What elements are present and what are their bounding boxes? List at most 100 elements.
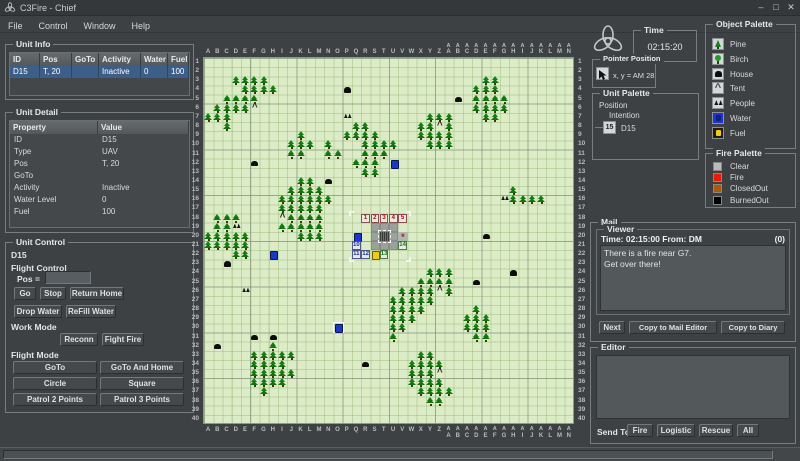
mail-line: There is a fire near G7. xyxy=(604,248,782,259)
uav-unit[interactable] xyxy=(380,232,389,241)
goto-and-home-button[interactable]: GoTo And Home xyxy=(100,361,184,374)
menu-help[interactable]: Help xyxy=(124,18,159,31)
pos-input[interactable] xyxy=(45,271,91,284)
refill-water-button[interactable]: ReFill Water xyxy=(66,305,116,318)
map-row-label: 29 xyxy=(186,314,199,321)
maximize-button[interactable]: □ xyxy=(769,2,783,12)
selection-bracket xyxy=(406,257,411,262)
unit-12[interactable]: 12 xyxy=(361,250,370,259)
object-palette-item-people[interactable]: ♟♟People xyxy=(706,97,795,111)
pine-tree xyxy=(223,122,232,131)
copy-to-mail-editor-button[interactable]: Copy to Mail Editor xyxy=(629,321,717,334)
goto-button[interactable]: GoTo xyxy=(13,361,97,374)
unit-13[interactable]: 13 xyxy=(380,250,389,259)
menu-control[interactable]: Control xyxy=(31,18,76,31)
pine-tree xyxy=(426,351,435,360)
tent: ^ xyxy=(250,104,259,113)
fuel-truck[interactable] xyxy=(371,250,380,259)
pine-tree xyxy=(417,351,426,360)
pine-tree xyxy=(213,104,222,113)
pine-tree xyxy=(324,195,333,204)
object-palette-item-birch[interactable]: Birch xyxy=(706,53,795,67)
menu-window[interactable]: Window xyxy=(76,18,124,31)
pine-tree xyxy=(250,360,259,369)
object-palette-item-tent[interactable]: ^Tent xyxy=(706,82,795,96)
pine-tree xyxy=(389,140,398,149)
return-home-button[interactable]: Return Home xyxy=(70,287,124,300)
minimize-button[interactable]: – xyxy=(754,2,768,12)
send-fire-button[interactable]: Fire xyxy=(627,424,653,437)
pine-tree xyxy=(445,278,454,287)
mail-header-text: Time: 02:15:00 From: DM xyxy=(601,234,702,244)
close-button[interactable]: ✕ xyxy=(784,2,798,13)
unit-4[interactable]: 4 xyxy=(389,214,398,223)
pine-tree xyxy=(223,232,232,241)
send-rescue-button[interactable]: Rescue xyxy=(699,424,733,437)
unit-3[interactable]: 3 xyxy=(380,214,389,223)
unit-info-col: Activity xyxy=(99,53,141,66)
pine-tree xyxy=(398,305,407,314)
map-row-label: 10 xyxy=(578,140,591,147)
map-row-label: 16 xyxy=(186,195,199,202)
next-mail-button[interactable]: Next xyxy=(599,321,625,334)
unit-palette-group: Unit Palette Position Intention 15 D15 xyxy=(592,93,699,160)
pine-tree xyxy=(260,378,269,387)
status-bar xyxy=(0,447,800,461)
pine-tree xyxy=(241,85,250,94)
mail-viewer-group: Viewer Time: 02:15:00 From: DM (0) There… xyxy=(596,229,790,315)
pine-tree xyxy=(223,95,232,104)
unit-2[interactable]: 2 xyxy=(371,214,380,223)
pine-tree xyxy=(297,140,306,149)
object-palette-group: Object Palette PineBirchHouse^Tent♟♟Peop… xyxy=(705,24,796,149)
stop-button[interactable]: Stop xyxy=(40,287,66,300)
copy-to-diary-button[interactable]: Copy to Diary xyxy=(721,321,785,334)
pine-tree xyxy=(482,323,491,332)
map-grid[interactable]: ^^^^^♟♟♟♟♟♟♟♟*123451014111213 xyxy=(203,57,574,424)
water-truck[interactable] xyxy=(334,323,343,332)
pine-tree xyxy=(297,214,306,223)
unit-info-cell: D15 xyxy=(10,66,40,78)
recon-button[interactable]: Reconn xyxy=(60,333,98,346)
tent-icon: ^ xyxy=(712,82,724,94)
pine-tree xyxy=(269,85,278,94)
pine-tree xyxy=(426,113,435,122)
map-row-label: 20 xyxy=(186,232,199,239)
menu-file[interactable]: File xyxy=(0,18,31,31)
pine-tree xyxy=(343,131,352,140)
object-palette-item-house[interactable]: House xyxy=(706,68,795,82)
fight-fire-button[interactable]: Fight Fire xyxy=(102,333,144,346)
patrol-3-points-button[interactable]: Patrol 3 Points xyxy=(100,393,184,406)
object-palette-item-water[interactable]: Water xyxy=(706,112,795,126)
send-logistic-button[interactable]: Logistic xyxy=(657,424,695,437)
water-truck[interactable] xyxy=(352,232,361,241)
unit-1[interactable]: 1 xyxy=(361,214,370,223)
drop-water-button[interactable]: Drop Water xyxy=(14,305,62,318)
unit-14[interactable]: 14 xyxy=(398,241,407,250)
mail-body[interactable]: There is a fire near G7. Get over there! xyxy=(600,245,786,311)
unit-info-row[interactable]: D15T, 20Inactive0100 xyxy=(10,66,189,78)
go-button[interactable]: Go xyxy=(14,287,36,300)
water-truck[interactable] xyxy=(269,250,278,259)
object-palette-item-pine[interactable]: Pine xyxy=(706,38,795,52)
water-truck[interactable] xyxy=(389,159,398,168)
send-all-button[interactable]: All xyxy=(737,424,759,437)
unit-info-header: IDPosGoToActivityWaterFuel xyxy=(10,53,189,66)
map-row-label: 13 xyxy=(578,168,591,175)
tent: ^ xyxy=(435,122,444,131)
square-button[interactable]: Square xyxy=(100,377,184,390)
map-row-label: 2 xyxy=(578,67,591,74)
pine-tree xyxy=(445,268,454,277)
pine-tree xyxy=(223,113,232,122)
unit-10[interactable]: 10 xyxy=(352,241,361,250)
patrol-2-points-button[interactable]: Patrol 2 Points xyxy=(13,393,97,406)
pine-tree xyxy=(241,250,250,259)
circle-button[interactable]: Circle xyxy=(13,377,97,390)
editor-body[interactable] xyxy=(596,355,790,419)
map-row-label: 30 xyxy=(186,323,199,330)
pine-tree xyxy=(426,360,435,369)
map-row-label: 9 xyxy=(186,131,199,138)
fire-palette-item-burnedout[interactable]: BurnedOut xyxy=(706,196,795,210)
uav-unit-icon[interactable]: 15 xyxy=(603,121,616,134)
pine-tree xyxy=(482,113,491,122)
object-palette-item-fuel[interactable]: Fuel xyxy=(706,127,795,141)
